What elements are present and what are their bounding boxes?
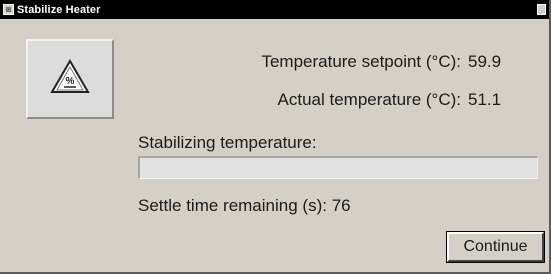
setpoint-value: 59.9	[468, 52, 502, 71]
stabilizing-label: Stabilizing temperature:	[138, 133, 317, 152]
stabilizing-progress-bar	[138, 156, 538, 179]
actual-temperature-label: Actual temperature (°C):	[277, 90, 461, 109]
window-title: Stabilize Heater	[17, 3, 101, 16]
settle-time-value: 76	[331, 196, 351, 215]
warning-icon-glyph: %	[66, 76, 75, 87]
actual-temperature-value: 51.1	[468, 90, 502, 109]
settle-time-label: Settle time remaining (s):	[138, 196, 327, 215]
close-icon[interactable]	[537, 4, 546, 15]
window-app-icon[interactable]	[3, 4, 14, 15]
settle-time-text: Settle time remaining (s): 76	[138, 196, 351, 216]
warning-icon-panel: %	[26, 39, 114, 119]
stabilize-heater-window: Stabilize Heater % Temperature setpoint …	[0, 0, 551, 274]
hot-surface-warning-icon: %	[50, 59, 90, 93]
continue-button[interactable]: Continue	[446, 231, 545, 263]
setpoint-label: Temperature setpoint (°C):	[261, 52, 461, 71]
title-bar[interactable]: Stabilize Heater	[0, 0, 549, 19]
